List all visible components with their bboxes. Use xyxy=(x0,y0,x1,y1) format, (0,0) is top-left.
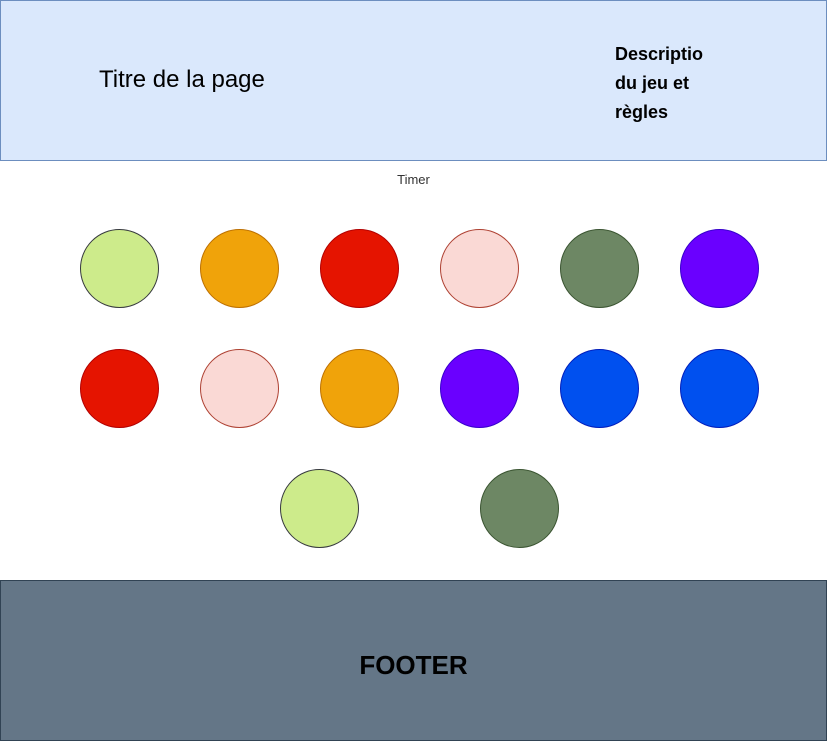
game-circle[interactable] xyxy=(280,469,359,548)
game-circle[interactable] xyxy=(680,349,759,428)
game-circle[interactable] xyxy=(320,229,399,308)
game-circle[interactable] xyxy=(200,229,279,308)
game-circle[interactable] xyxy=(320,349,399,428)
game-circle[interactable] xyxy=(80,349,159,428)
page-title: Titre de la page xyxy=(99,66,265,93)
game-circle[interactable] xyxy=(560,229,639,308)
game-circle[interactable] xyxy=(560,349,639,428)
game-circle[interactable] xyxy=(480,469,559,548)
footer-label: FOOTER xyxy=(359,650,468,680)
game-circle[interactable] xyxy=(440,229,519,308)
game-circle[interactable] xyxy=(80,229,159,308)
game-description: Descriptio du jeu et règles xyxy=(615,44,704,122)
game-circle[interactable] xyxy=(200,349,279,428)
timer: Timer xyxy=(397,172,430,187)
game-circle[interactable] xyxy=(680,229,759,308)
game-circle[interactable] xyxy=(440,349,519,428)
